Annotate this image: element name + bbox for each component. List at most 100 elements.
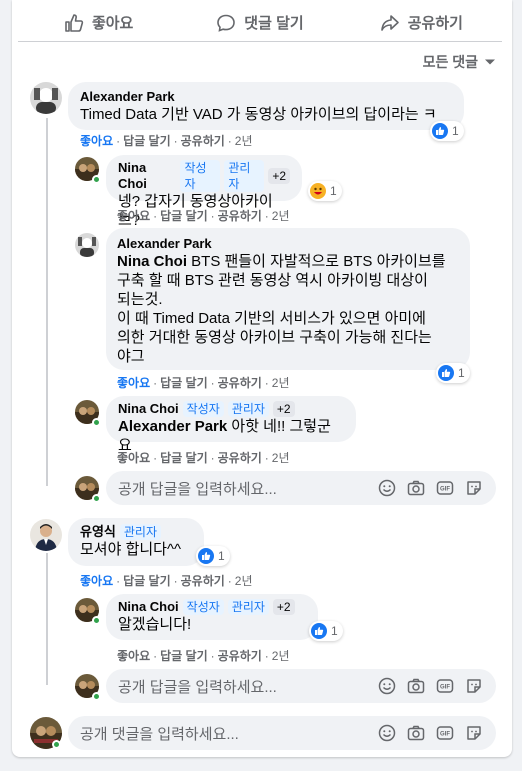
comment-sort-dropdown[interactable]: 모든 댓글 bbox=[423, 52, 496, 72]
reply-line: 이 때 Timed Data 기반의 서비스가 있으면 아미에 bbox=[117, 310, 426, 327]
share-link[interactable]: 공유하기 bbox=[181, 572, 225, 589]
reply-link[interactable]: 답글 달기 bbox=[123, 132, 171, 149]
reply-input[interactable]: 공개 답글을 입력하세요... GIF bbox=[106, 669, 496, 703]
like-link[interactable]: 좋아요 bbox=[117, 449, 150, 466]
online-status-dot bbox=[92, 494, 101, 503]
reply-bubble: Alexander Park Nina Choi BTS 팬들이 자발적으로 B… bbox=[106, 228, 470, 370]
reply-input[interactable]: 공개 답글을 입력하세요... GIF bbox=[106, 471, 496, 505]
comment-meta: 좋아요 · 답글 달기 · 공유하기 · 2년 bbox=[80, 132, 253, 149]
reaction-count[interactable]: 1 bbox=[308, 181, 342, 201]
thread-line bbox=[46, 118, 48, 486]
like-reaction-icon bbox=[438, 365, 454, 381]
like-reaction-icon bbox=[311, 623, 327, 639]
emoji-icon[interactable] bbox=[377, 478, 397, 498]
reply-link[interactable]: 답글 달기 bbox=[160, 207, 208, 224]
share-action-button[interactable]: 공유하기 bbox=[341, 4, 502, 41]
share-link[interactable]: 공유하기 bbox=[218, 374, 262, 391]
sort-label: 모든 댓글 bbox=[422, 54, 478, 70]
like-action-label: 좋아요 bbox=[91, 15, 134, 32]
more-badges[interactable]: +2 bbox=[272, 401, 295, 417]
reply-line: 야그 bbox=[117, 348, 145, 365]
timestamp[interactable]: 2년 bbox=[272, 374, 290, 391]
comment-input[interactable]: 공개 댓글을 입력하세요... GIF bbox=[68, 716, 496, 750]
comment-placeholder: 공개 댓글을 입력하세요... bbox=[80, 725, 239, 743]
like-link[interactable]: 좋아요 bbox=[117, 207, 150, 224]
more-badges[interactable]: +2 bbox=[272, 599, 295, 615]
avatar[interactable] bbox=[30, 82, 62, 114]
share-link[interactable]: 공유하기 bbox=[218, 449, 262, 466]
timestamp[interactable]: 2년 bbox=[272, 449, 290, 466]
reply-meta: 좋아요 · 답글 달기 · 공유하기 · 2년 bbox=[117, 449, 290, 466]
like-link[interactable]: 좋아요 bbox=[117, 374, 150, 391]
share-arrow-icon bbox=[380, 14, 399, 31]
avatar[interactable] bbox=[30, 519, 62, 551]
reply-author[interactable]: Nina Choi bbox=[118, 401, 179, 417]
reply-author-row: Nina Choi 작성자 관리자 +2 bbox=[118, 599, 306, 615]
like-action-button[interactable]: 좋아요 bbox=[18, 4, 179, 41]
reply-placeholder: 공개 답글을 입력하세요... bbox=[118, 678, 277, 696]
reply-link[interactable]: 답글 달기 bbox=[160, 449, 208, 466]
like-link[interactable]: 좋아요 bbox=[80, 132, 113, 149]
online-status-dot bbox=[92, 692, 101, 701]
sticker-icon[interactable] bbox=[464, 676, 484, 696]
reply-text: Nina Choi BTS 팬들이 자발적으로 BTS 아카이브를 구축 할 때… bbox=[117, 252, 459, 366]
reply-link[interactable]: 답글 달기 bbox=[160, 374, 208, 391]
reply-bubble: Nina Choi 작성자 관리자 +2 알겠습니다! bbox=[106, 594, 318, 640]
comment-action-label: 댓글 달기 bbox=[244, 15, 304, 32]
reply-meta: 좋아요 · 답글 달기 · 공유하기 · 2년 bbox=[117, 374, 290, 391]
timestamp[interactable]: 2년 bbox=[235, 572, 253, 589]
reaction-count[interactable]: 1 bbox=[436, 363, 470, 383]
reply-author-row: Nina Choi 작성자 관리자 +2 bbox=[118, 401, 344, 417]
mention-link[interactable]: Alexander Park bbox=[118, 418, 227, 435]
reply-line: 되는것. bbox=[117, 291, 163, 308]
reaction-count-text: 1 bbox=[330, 184, 337, 198]
comment-author-row: 유영식 관리자 bbox=[80, 524, 192, 540]
gif-icon[interactable]: GIF bbox=[435, 723, 455, 743]
comment-bubble: Alexander Park Timed Data 기반 VAD 가 동영상 아… bbox=[68, 82, 464, 130]
comment-author[interactable]: 유영식 bbox=[80, 524, 116, 540]
comment-author[interactable]: Alexander Park bbox=[80, 89, 452, 105]
comment-meta: 좋아요 · 답글 달기 · 공유하기 · 2년 bbox=[80, 572, 253, 589]
reply-author[interactable]: Nina Choi bbox=[118, 599, 179, 615]
reply-link[interactable]: 답글 달기 bbox=[123, 572, 171, 589]
sticker-icon[interactable] bbox=[464, 723, 484, 743]
reply-line: 의한 거대한 동영상 아카이브 구축이 가능해 진다는 bbox=[117, 329, 432, 346]
gif-icon[interactable]: GIF bbox=[435, 676, 455, 696]
comment-action-button[interactable]: 댓글 달기 bbox=[179, 4, 340, 41]
timestamp[interactable]: 2년 bbox=[272, 647, 290, 664]
emoji-icon[interactable] bbox=[377, 723, 397, 743]
admin-badge: 관리자 bbox=[119, 524, 162, 540]
svg-text:GIF: GIF bbox=[440, 732, 450, 738]
share-link[interactable]: 공유하기 bbox=[218, 207, 262, 224]
emoji-icon[interactable] bbox=[377, 676, 397, 696]
author-badge: 작성자 bbox=[182, 599, 224, 615]
share-link[interactable]: 공유하기 bbox=[181, 132, 225, 149]
mention-link[interactable]: Nina Choi bbox=[117, 253, 187, 270]
reply-author[interactable]: Nina Choi bbox=[118, 160, 176, 192]
camera-icon[interactable] bbox=[406, 723, 426, 743]
comment-text: Timed Data 기반 VAD 가 동영상 아카이브의 답이라는 ㅋ bbox=[80, 106, 437, 123]
reply-bubble: Nina Choi 작성자 관리자 +2 Alexander Park 아핫 네… bbox=[106, 396, 356, 454]
camera-icon[interactable] bbox=[406, 478, 426, 498]
like-link[interactable]: 좋아요 bbox=[117, 647, 150, 664]
haha-reaction-icon bbox=[310, 183, 326, 199]
avatar[interactable] bbox=[75, 233, 99, 257]
reaction-count-text: 1 bbox=[218, 549, 225, 563]
sticker-icon[interactable] bbox=[464, 478, 484, 498]
reaction-count[interactable]: 1 bbox=[430, 121, 464, 141]
share-link[interactable]: 공유하기 bbox=[218, 647, 262, 664]
more-badges[interactable]: +2 bbox=[268, 168, 290, 184]
camera-icon[interactable] bbox=[406, 676, 426, 696]
like-link[interactable]: 좋아요 bbox=[80, 572, 113, 589]
gif-icon[interactable]: GIF bbox=[435, 478, 455, 498]
timestamp[interactable]: 2년 bbox=[235, 132, 253, 149]
post-action-bar: 좋아요 댓글 달기 공유하기 bbox=[18, 4, 502, 42]
reply-link[interactable]: 답글 달기 bbox=[160, 647, 208, 664]
reaction-count[interactable]: 1 bbox=[309, 621, 343, 641]
online-status-dot bbox=[92, 418, 101, 427]
reply-author[interactable]: Alexander Park bbox=[117, 236, 459, 252]
reaction-count[interactable]: 1 bbox=[196, 546, 230, 566]
author-badge: 작성자 bbox=[180, 160, 221, 192]
timestamp[interactable]: 2년 bbox=[272, 207, 290, 224]
online-status-dot bbox=[92, 175, 101, 184]
